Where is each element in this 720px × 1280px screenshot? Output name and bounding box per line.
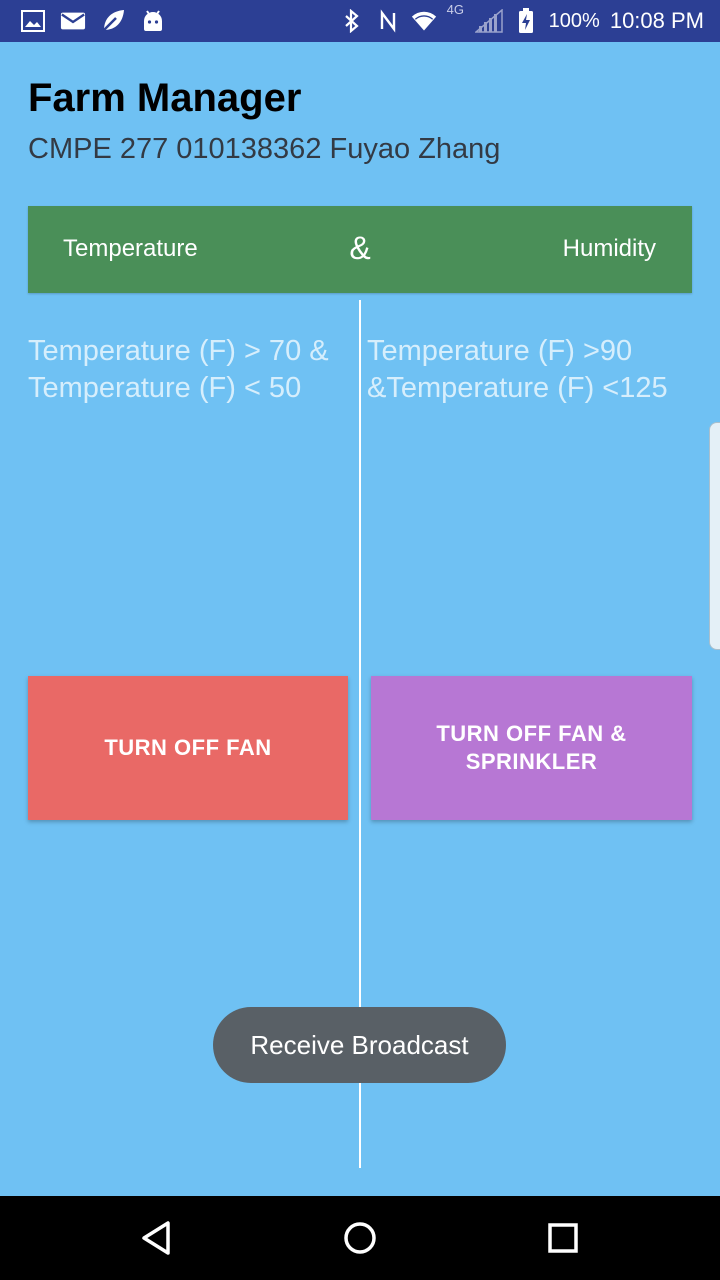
home-icon[interactable] <box>338 1216 382 1260</box>
mail-icon <box>60 8 86 34</box>
back-icon[interactable] <box>136 1216 180 1260</box>
signal-icon: 4G <box>447 2 503 34</box>
fan-sprinkler-condition-text: Temperature (F) >90 &Temperature (F) <12… <box>367 335 668 404</box>
bluetooth-icon <box>339 8 365 34</box>
humidity-label: Humidity <box>562 235 656 262</box>
navigation-bar <box>0 1196 720 1280</box>
page-subtitle: CMPE 277 010138362 Fuyao Zhang <box>28 133 501 165</box>
wifi-icon <box>411 8 437 34</box>
network-label: 4G <box>446 2 465 17</box>
toast-text: Receive Broadcast <box>250 1029 469 1060</box>
status-bar: 4G 100% 10:08 PM <box>0 0 720 42</box>
turn-off-fan-sprinkler-button[interactable]: TURN OFF FAN & SPRINKLER <box>371 676 692 820</box>
battery-charging-icon <box>513 8 539 34</box>
edge-panel-handle[interactable] <box>709 422 720 650</box>
temperature-humidity-header: Temperature & Humidity <box>28 206 692 293</box>
fan-condition-text: Temperature (F) > 70 & Temperature (F) <… <box>28 335 329 404</box>
leaf-icon <box>100 8 126 34</box>
notification-icons <box>20 8 166 34</box>
clock-time: 10:08 PM <box>609 8 704 33</box>
turn-off-fan-sprinkler-label: TURN OFF FAN & SPRINKLER <box>436 721 627 774</box>
turn-off-fan-label: TURN OFF FAN <box>104 735 272 760</box>
android-icon <box>140 8 166 34</box>
battery-percent: 100% <box>548 9 600 32</box>
system-icons: 4G 100% 10:08 PM <box>339 0 704 42</box>
image-icon <box>20 8 46 34</box>
recents-icon[interactable] <box>541 1216 585 1260</box>
nfc-icon <box>375 8 401 34</box>
toast-message: Receive Broadcast <box>213 1007 506 1083</box>
page-title: Farm Manager <box>28 76 302 120</box>
turn-off-fan-button[interactable]: TURN OFF FAN <box>28 676 348 820</box>
